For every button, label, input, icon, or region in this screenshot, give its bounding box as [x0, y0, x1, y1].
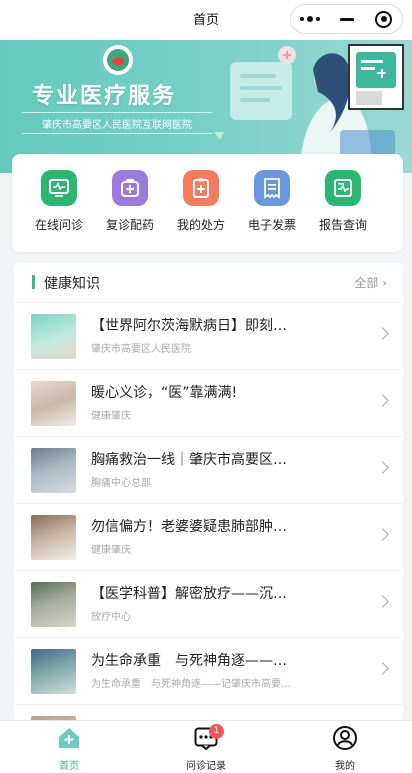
mini-program-capsule [290, 4, 403, 34]
chevron-right-icon: › [382, 276, 387, 290]
quick-action-invoice[interactable]: 电子发票 [237, 170, 307, 233]
quick-action-label: 报告查询 [318, 218, 367, 232]
article-title: 【医学科普】解密放疗——沉… [91, 586, 287, 602]
article-thumbnail [31, 448, 76, 493]
placeholder-block [356, 91, 382, 105]
chevron-right-icon [376, 662, 389, 675]
invoice-icon [254, 170, 290, 206]
home-plus-icon [59, 728, 79, 748]
chevron-right-icon [376, 461, 389, 474]
tab-home[interactable]: 首页 [29, 725, 109, 772]
chevron-right-icon [376, 327, 389, 340]
article-source: 肇庆市高要区人民医院 [91, 344, 191, 355]
article-source: 健康肇庆 [91, 545, 131, 556]
article-list-item[interactable]: 暖心义诊，“医”靠满满! 健康肇庆 [14, 370, 403, 437]
quick-action-report[interactable]: 报告查询 [308, 170, 378, 233]
quick-action-label: 电子发票 [247, 218, 296, 232]
article-list-item[interactable]: 【世界阿尔茨海默病日】即刻… 肇庆市高要区人民医院 [14, 303, 403, 370]
article-thumbnail [31, 582, 76, 627]
navigation-bar: 首页 [0, 0, 412, 40]
article-source: 放疗中心 [91, 612, 131, 623]
chevron-right-icon [376, 394, 389, 407]
banner-subtitle: 肇庆市高要区人民医院互联网医院 [22, 112, 212, 131]
chevron-right-icon [376, 528, 389, 541]
quick-action-label: 在线问诊 [34, 218, 83, 232]
quick-action-label: 复诊配药 [105, 218, 154, 232]
banner-title: 专业医疗服务 [32, 84, 177, 109]
article-list-item[interactable]: 勿信偏方！老婆婆疑患肺部肿… 健康肇庆 [14, 504, 403, 571]
quick-action-prescription[interactable]: 我的处方 [166, 170, 236, 233]
add-card-icon [356, 52, 396, 88]
article-thumbnail [31, 314, 76, 359]
article-source: 为生命承重 与死神角逐——记肇庆市高要… [91, 679, 291, 690]
article-source: 胸痛中心总部 [91, 478, 151, 489]
health-knowledge-section: 健康知识 全部 › 【世界阿尔茨海默病日】即刻… 肇庆市高要区人民医院 暖心义诊… [14, 263, 403, 723]
more-menu-button[interactable] [291, 5, 328, 33]
minimize-button[interactable] [328, 5, 365, 33]
tab-label: 首页 [59, 761, 79, 772]
minus-icon [339, 17, 354, 21]
floating-add-card-button[interactable] [348, 44, 404, 110]
article-thumbnail [31, 381, 76, 426]
article-list-item[interactable]: 胸痛救治一线｜肇庆市高要区… 胸痛中心总部 [14, 437, 403, 504]
quick-action-online-consult[interactable]: 在线问诊 [24, 170, 94, 233]
article-thumbnail [31, 649, 76, 694]
close-button[interactable] [365, 5, 402, 33]
bottom-tab-bar: 首页 1 问诊记录 我的 [0, 720, 412, 773]
view-all-label: 全部 [354, 276, 379, 290]
section-title: 健康知识 [44, 276, 100, 292]
user-circle-icon [333, 726, 357, 750]
section-header: 健康知识 全部 › [14, 263, 403, 303]
article-title: 为生命承重 与死神角逐——… [91, 653, 287, 669]
medicine-box-icon [112, 170, 148, 206]
chevron-right-icon [376, 595, 389, 608]
quick-actions-card: 在线问诊 复诊配药 我的处方 电子发票 报告查询 [12, 154, 403, 252]
article-title: 勿信偏方！老婆婆疑患肺部肿… [91, 519, 287, 535]
tab-consult-records[interactable]: 1 问诊记录 [166, 724, 246, 772]
quick-action-label: 我的处方 [176, 218, 225, 232]
notification-badge: 1 [209, 724, 224, 739]
article-thumbnail [31, 515, 76, 560]
tab-label: 问诊记录 [186, 761, 226, 772]
quick-action-refill[interactable]: 复诊配药 [95, 170, 165, 233]
target-icon [375, 10, 392, 28]
monitor-heart-icon [41, 170, 77, 206]
tab-label: 我的 [335, 761, 355, 772]
article-source: 健康肇庆 [91, 411, 131, 422]
article-list-item[interactable]: 【医学科普】解密放疗——沉… 放疗中心 [14, 571, 403, 638]
report-chart-icon [325, 170, 361, 206]
clipboard-plus-icon [183, 170, 219, 206]
tab-profile[interactable]: 我的 [305, 725, 385, 772]
section-accent-bar [32, 275, 35, 289]
article-title: 暖心义诊，“医”靠满满! [91, 385, 238, 401]
article-title: 【世界阿尔茨海默病日】即刻… [91, 318, 287, 334]
article-list-item[interactable]: 为生命承重 与死神角逐——… 为生命承重 与死神角逐——记肇庆市高要… [14, 638, 403, 705]
banner-divider [22, 133, 212, 134]
article-title: 胸痛救治一线｜肇庆市高要区… [91, 452, 287, 468]
view-all-link[interactable]: 全部 › [354, 274, 387, 291]
more-dots-icon [299, 16, 320, 22]
